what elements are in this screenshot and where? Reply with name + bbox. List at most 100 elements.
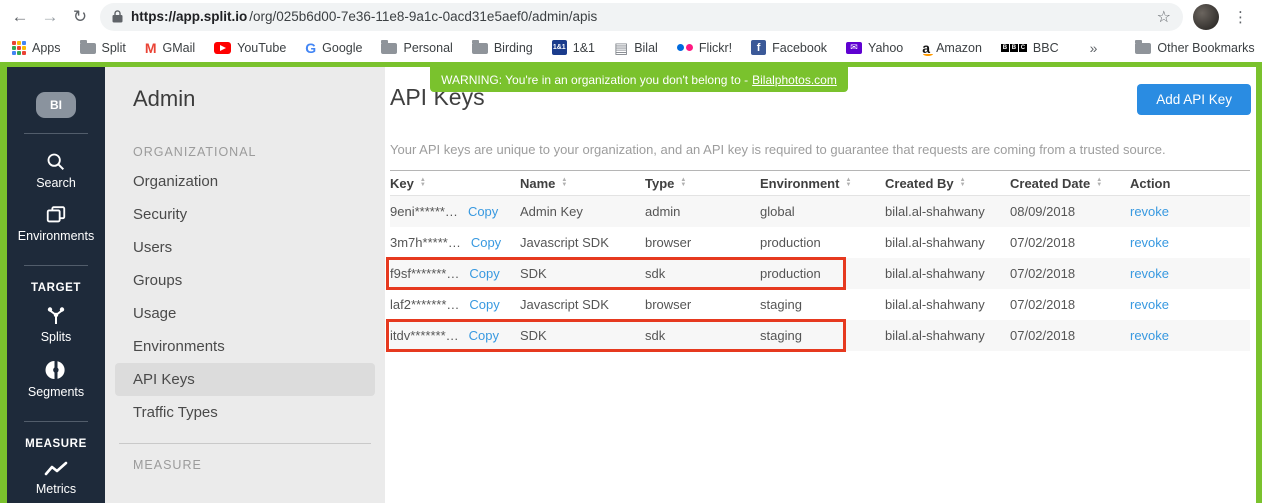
admin-nav-panel: Admin ORGANIZATIONAL Organization Securi… (105, 67, 385, 503)
sort-icon[interactable]: ▲▼ (420, 178, 426, 188)
bookmark-bilal[interactable]: ▤Bilal (614, 39, 658, 57)
folder-icon (1135, 43, 1151, 54)
api-key-masked: itdv*******… (390, 328, 459, 343)
1and1-icon: 1&1 (552, 40, 567, 55)
bookmarks-overflow-icon[interactable]: » (1090, 40, 1098, 56)
nav-partial-wrap: Event Types (115, 478, 375, 492)
sort-down-icon: ▼ (420, 183, 426, 188)
header-label: Type (645, 176, 674, 191)
created-by-cell: bilal.al-shahwany (885, 204, 1010, 219)
copy-link[interactable]: Copy (469, 297, 499, 312)
sort-down-icon: ▼ (680, 183, 686, 188)
key-cell: laf2*******…Copy (390, 297, 520, 312)
revoke-link[interactable]: revoke (1130, 266, 1169, 281)
bookmark-split[interactable]: Split (80, 41, 126, 55)
sidebar-item-environments[interactable]: Environments (18, 204, 94, 243)
back-icon[interactable]: ← (10, 7, 30, 27)
sort-down-icon: ▼ (845, 183, 851, 188)
bookmark-bbc[interactable]: BBCBBC (1001, 41, 1059, 55)
forward-icon[interactable]: → (40, 7, 60, 27)
bookmark-birding[interactable]: Birding (472, 41, 533, 55)
bookmark-personal[interactable]: Personal (381, 41, 452, 55)
splits-icon (44, 303, 68, 327)
url-domain: https://app.split.io (131, 9, 247, 24)
nav-item-organization[interactable]: Organization (115, 165, 375, 198)
sort-icon[interactable]: ▲▼ (1096, 178, 1102, 188)
sidebar-item-segments[interactable]: Segments (28, 358, 84, 399)
add-api-key-button[interactable]: Add API Key (1137, 84, 1251, 115)
copy-link[interactable]: Copy (471, 235, 501, 250)
facebook-icon: f (751, 40, 766, 55)
bookmark-label: Bilal (634, 41, 658, 55)
bookmark-star-icon[interactable]: ☆ (1157, 7, 1171, 27)
created-date-cell: 07/02/2018 (1010, 297, 1130, 312)
nav-item-users[interactable]: Users (115, 231, 375, 264)
copy-link[interactable]: Copy (469, 266, 499, 281)
lock-icon (112, 10, 123, 23)
nav-item-usage[interactable]: Usage (115, 297, 375, 330)
bookmark-label: Flickr! (699, 41, 732, 55)
flickr-icon (677, 44, 693, 51)
key-cell: 3m7h*****…Copy (390, 235, 520, 250)
address-bar[interactable]: https://app.split.io/org/025b6d00-7e36-1… (100, 3, 1183, 31)
nav-item-groups[interactable]: Groups (115, 264, 375, 297)
bbc-letter: B (1010, 44, 1018, 52)
header-key: Key▲▼ (390, 176, 520, 191)
nav-item-event-types[interactable]: Event Types (115, 486, 375, 492)
sidebar-item-splits[interactable]: Splits (41, 303, 72, 344)
sort-icon[interactable]: ▲▼ (960, 178, 966, 188)
browser-profile-avatar[interactable] (1193, 4, 1219, 30)
revoke-link[interactable]: revoke (1130, 297, 1169, 312)
yahoo-envelope-icon: ✉ (846, 42, 862, 54)
copy-link[interactable]: Copy (468, 204, 498, 219)
bookmark-label: YouTube (237, 41, 286, 55)
created-by-cell: bilal.al-shahwany (885, 235, 1010, 250)
chrome-menu-icon[interactable]: ⋮ (1229, 8, 1252, 26)
bookmark-1and1[interactable]: 1&11&1 (552, 40, 595, 55)
bookmark-yahoo[interactable]: ✉Yahoo (846, 41, 903, 55)
bookmark-amazon[interactable]: aAmazon (922, 40, 982, 56)
environment-cell: staging (760, 297, 885, 312)
created-by-cell: bilal.al-shahwany (885, 266, 1010, 281)
bookmark-label: Google (322, 41, 362, 55)
sort-icon[interactable]: ▲▼ (561, 178, 567, 188)
sort-icon[interactable]: ▲▼ (680, 178, 686, 188)
header-created-by: Created By▲▼ (885, 176, 1010, 191)
bookmark-label: BBC (1033, 41, 1059, 55)
environment-cell: global (760, 204, 885, 219)
metrics-icon (43, 459, 69, 479)
nav-item-environments[interactable]: Environments (115, 330, 375, 363)
nav-item-traffic-types[interactable]: Traffic Types (115, 396, 375, 429)
folder-icon (80, 43, 96, 54)
sidebar-heading-target: TARGET (31, 282, 81, 294)
revoke-link[interactable]: revoke (1130, 328, 1169, 343)
bookmarks-bar: Apps Split MGMail YouTube GGoogle Person… (0, 33, 1262, 62)
header-label: Created Date (1010, 176, 1090, 191)
search-icon (45, 151, 67, 173)
sort-icon[interactable]: ▲▼ (845, 178, 851, 188)
sidebar-item-metrics[interactable]: Metrics (36, 459, 76, 496)
nav-item-api-keys[interactable]: API Keys (115, 363, 375, 396)
warning-link[interactable]: Bilalphotos.com (752, 73, 837, 87)
bookmark-apps[interactable]: Apps (12, 41, 61, 55)
revoke-link[interactable]: revoke (1130, 235, 1169, 250)
bookmark-gmail[interactable]: MGMail (145, 40, 195, 56)
nav-section-organizational: ORGANIZATIONAL (115, 145, 375, 159)
bookmark-google[interactable]: GGoogle (305, 40, 362, 56)
type-cell: sdk (645, 266, 760, 281)
bookmark-youtube[interactable]: YouTube (214, 41, 286, 55)
sidebar-heading-measure: MEASURE (25, 438, 87, 450)
bookmark-label: Apps (32, 41, 61, 55)
sidebar-item-label: Metrics (36, 482, 76, 496)
bookmark-flickr[interactable]: Flickr! (677, 41, 732, 55)
revoke-link[interactable]: revoke (1130, 204, 1169, 219)
avatar[interactable]: BI (36, 92, 76, 118)
table-row: 9eni******…Copy Admin Key admin global b… (390, 196, 1250, 227)
nav-item-security[interactable]: Security (115, 198, 375, 231)
sidebar-item-search[interactable]: Search (36, 151, 76, 190)
bookmark-facebook[interactable]: fFacebook (751, 40, 827, 55)
other-bookmarks[interactable]: Other Bookmarks (1135, 41, 1254, 55)
reload-icon[interactable]: ↻ (70, 7, 90, 27)
copy-link[interactable]: Copy (469, 328, 499, 343)
created-date-cell: 07/02/2018 (1010, 266, 1130, 281)
